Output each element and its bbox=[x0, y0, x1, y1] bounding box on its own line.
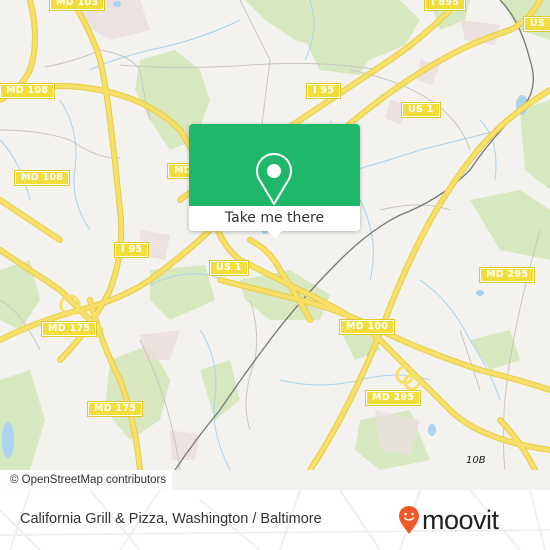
road-label: US 1 bbox=[523, 16, 550, 32]
road-label: I 95 bbox=[113, 242, 150, 258]
road-label: MD 175 bbox=[40, 321, 98, 337]
exit-label: 10B bbox=[466, 455, 486, 466]
road-label: US 1 bbox=[209, 260, 249, 276]
moovit-smiley-pin-icon bbox=[399, 506, 419, 534]
road-label: MD 103 bbox=[48, 0, 106, 11]
road-label: MD 295 bbox=[364, 390, 422, 406]
road-label: MD 295 bbox=[478, 267, 536, 283]
road-label: MD 175 bbox=[86, 401, 144, 417]
footer-bar: California Grill & Pizza, Washington / B… bbox=[0, 490, 550, 550]
take-me-there-button[interactable]: Take me there bbox=[189, 206, 360, 231]
map-pin-icon bbox=[256, 153, 292, 205]
moovit-wordmark: moovit bbox=[422, 504, 499, 535]
popup-header bbox=[189, 124, 360, 206]
road-label: MD 108 bbox=[0, 83, 56, 99]
moovit-logo[interactable]: moovit bbox=[398, 502, 499, 538]
location-popup: Take me there bbox=[189, 124, 360, 238]
place-name: California Grill & Pizza, Washington / B… bbox=[20, 511, 322, 527]
popup-pointer bbox=[267, 230, 283, 238]
road-label: MD 100 bbox=[338, 319, 396, 335]
map-attribution[interactable]: © OpenStreetMap contributors bbox=[0, 470, 173, 490]
road-label: US 1 bbox=[401, 102, 441, 118]
road-label: I 895 bbox=[423, 0, 467, 11]
road-label: MD 108 bbox=[13, 170, 71, 186]
road-label: I 95 bbox=[305, 83, 342, 99]
map-view[interactable]: MD 103 MD 108 MD 108 MD I 95 I 95 I 895 … bbox=[0, 0, 550, 470]
